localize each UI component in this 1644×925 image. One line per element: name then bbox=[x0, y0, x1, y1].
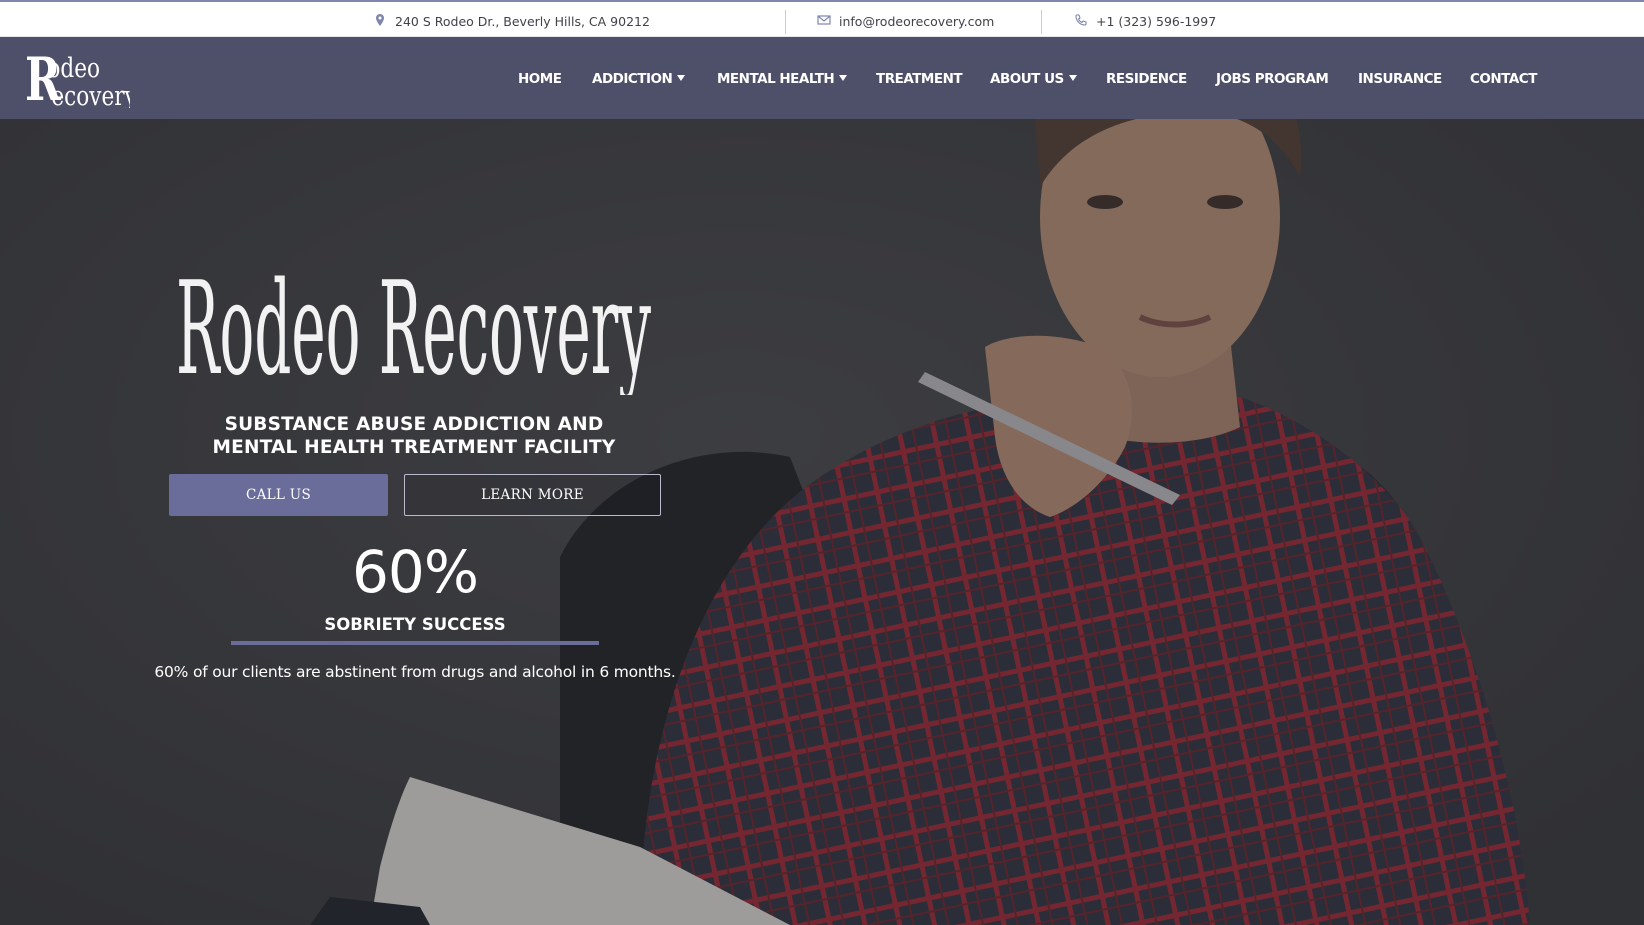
nav-contact[interactable]: CONTACT bbox=[1470, 71, 1537, 87]
dropdown-caret-icon bbox=[677, 75, 686, 81]
main-navigation: R odeo ecovery HOME ADDICTION MENTAL HEA… bbox=[0, 37, 1644, 119]
dropdown-caret-icon bbox=[839, 75, 848, 81]
stat-underline bbox=[231, 641, 599, 645]
nav-addiction[interactable]: ADDICTION bbox=[592, 71, 686, 87]
hero-subtitle: SUBSTANCE ABUSE ADDICTION AND MENTAL HEA… bbox=[180, 413, 648, 459]
nav-jobs-program[interactable]: JOBS PROGRAM bbox=[1216, 71, 1329, 87]
nav-insurance[interactable]: INSURANCE bbox=[1358, 71, 1442, 87]
phone-icon bbox=[1074, 13, 1088, 30]
nav-treatment[interactable]: TREATMENT bbox=[876, 71, 963, 87]
learn-more-button[interactable]: LEARN MORE bbox=[404, 474, 661, 516]
divider bbox=[785, 10, 786, 34]
stat-value: 60% bbox=[352, 538, 479, 606]
map-pin-icon bbox=[373, 13, 387, 30]
nav-mental-health[interactable]: MENTAL HEALTH bbox=[717, 71, 848, 87]
phone-info[interactable]: +1 (323) 596-1997 bbox=[1074, 10, 1216, 32]
dropdown-caret-icon bbox=[1068, 75, 1077, 81]
envelope-icon bbox=[817, 13, 831, 30]
hero-logo: Rodeo Recovery bbox=[176, 255, 651, 395]
svg-text:ecovery: ecovery bbox=[51, 80, 130, 108]
hero-overlay bbox=[0, 119, 1644, 925]
address-text: 240 S Rodeo Dr., Beverly Hills, CA 90212 bbox=[395, 13, 650, 29]
nav-home[interactable]: HOME bbox=[518, 71, 562, 87]
phone-link[interactable]: +1 (323) 596-1997 bbox=[1096, 14, 1216, 29]
stat-label: SOBRIETY SUCCESS bbox=[324, 615, 506, 634]
hero-subtitle-line-2: MENTAL HEALTH TREATMENT FACILITY bbox=[212, 437, 616, 458]
email-link[interactable]: info@rodeorecovery.com bbox=[839, 14, 994, 29]
email-info[interactable]: info@rodeorecovery.com bbox=[817, 10, 994, 32]
stat-description: 60% of our clients are abstinent from dr… bbox=[154, 663, 676, 681]
hero-subtitle-line-1: SUBSTANCE ABUSE ADDICTION AND bbox=[224, 414, 604, 435]
nav-about-us[interactable]: ABOUT US bbox=[990, 71, 1077, 87]
call-us-button[interactable]: CALL US bbox=[169, 474, 388, 516]
divider bbox=[1041, 10, 1042, 34]
hero-section bbox=[0, 119, 1644, 925]
site-logo[interactable]: R odeo ecovery bbox=[25, 46, 130, 108]
svg-text:Rodeo Recovery: Rodeo Recovery bbox=[176, 255, 651, 395]
nav-residence[interactable]: RESIDENCE bbox=[1106, 71, 1187, 87]
address-info[interactable]: 240 S Rodeo Dr., Beverly Hills, CA 90212 bbox=[373, 10, 650, 32]
top-info-bar: 240 S Rodeo Dr., Beverly Hills, CA 90212… bbox=[0, 0, 1644, 37]
